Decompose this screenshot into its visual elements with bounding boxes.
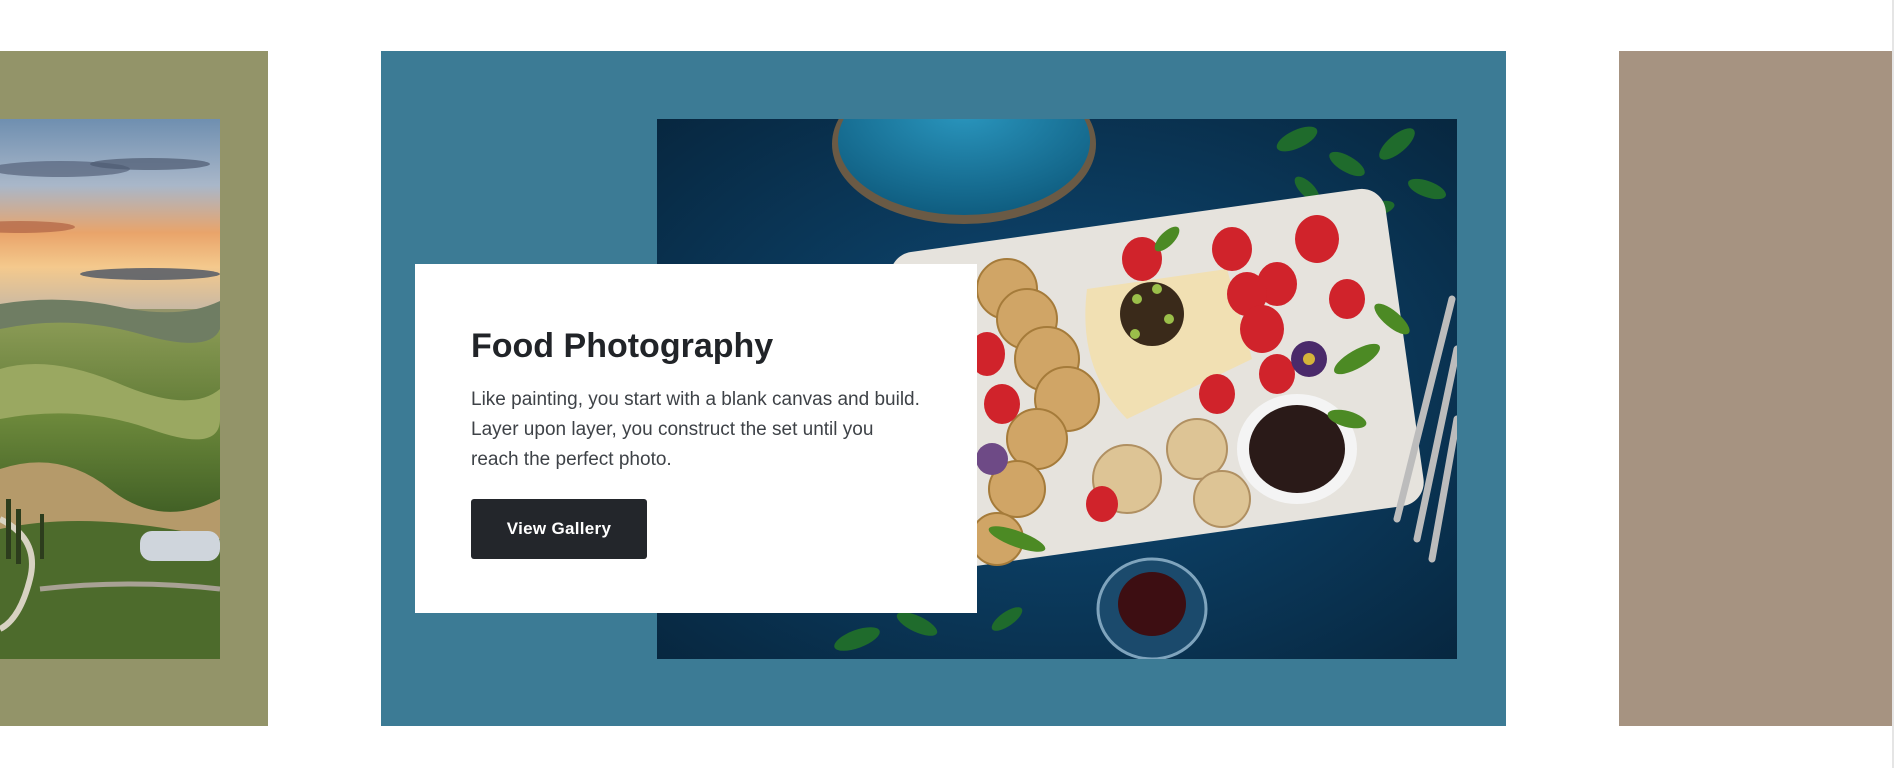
- next-slide[interactable]: [1619, 51, 1894, 726]
- slide-title: Food Photography: [471, 327, 774, 365]
- slide-description: Like painting, you start with a blank ca…: [471, 389, 920, 471]
- gallery-carousel: Food Photography Like painting, you star…: [0, 0, 1894, 768]
- view-gallery-button[interactable]: View Gallery: [471, 499, 647, 560]
- landscape-hills-sunset-photo: [0, 119, 220, 659]
- slide-info-card: Food Photography Like painting, you star…: [415, 264, 977, 613]
- previous-slide[interactable]: [0, 51, 268, 726]
